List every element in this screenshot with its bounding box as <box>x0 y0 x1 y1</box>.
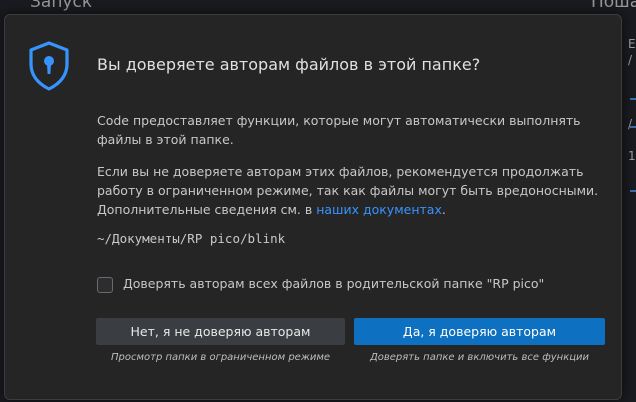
workspace-trust-dialog: Вы доверяете авторам файлов в этой папке… <box>4 14 622 400</box>
background-char: E <box>628 37 636 51</box>
background-divider <box>630 190 636 192</box>
background-editor-title: Запуск <box>30 0 93 12</box>
folder-path: ~/Документы/RP pico/blink <box>97 231 286 246</box>
dialog-title: Вы доверяете авторам файлов в этой папке… <box>97 55 481 74</box>
background-editor-text: E / / 1 <box>628 36 636 164</box>
trust-hint: Доверять папке и включить все функции <box>369 352 590 363</box>
background-divider <box>630 126 636 128</box>
warning-text-end: . <box>441 202 446 217</box>
dialog-description: Code предоставляет функции, которые могу… <box>97 113 581 147</box>
dialog-warning-text: Если вы не доверяете авторам этих файлов… <box>97 162 611 219</box>
background-char: 1 <box>628 149 636 163</box>
background-char <box>628 100 636 116</box>
dont-trust-button[interactable]: Нет, я не доверяю авторам <box>96 318 345 345</box>
shield-lock-icon <box>29 41 69 91</box>
background-tab-title: Поша <box>591 0 636 12</box>
dont-trust-hint: Просмотр папки в ограниченном режиме <box>110 352 331 363</box>
docs-link[interactable]: наших документах <box>316 202 442 217</box>
trust-parent-checkbox-label[interactable]: Доверять авторам всех файлов в родительс… <box>123 276 544 291</box>
background-divider <box>630 98 636 100</box>
background-char <box>628 132 636 148</box>
background-char: / <box>628 53 633 67</box>
trust-button[interactable]: Да, я доверяю авторам <box>354 318 605 345</box>
background-char <box>628 68 636 84</box>
background-char: / <box>628 117 633 131</box>
trust-parent-checkbox[interactable] <box>97 277 113 293</box>
